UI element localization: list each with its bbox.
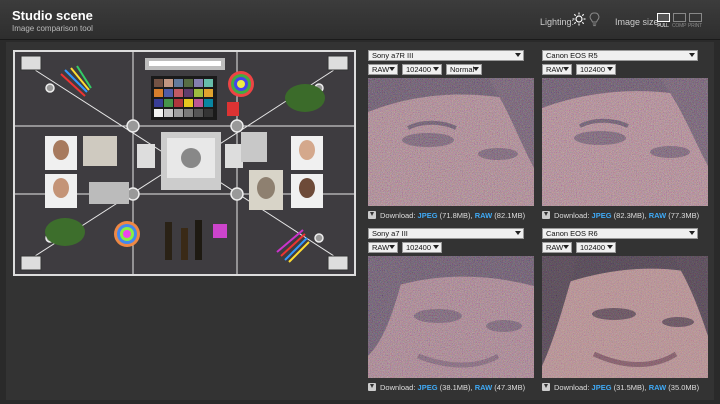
scene-navigator[interactable] bbox=[13, 50, 356, 276]
iso-select[interactable]: 102400 bbox=[402, 242, 442, 253]
download-icon[interactable] bbox=[542, 383, 550, 391]
format-select[interactable]: RAW bbox=[542, 64, 572, 75]
camera-select[interactable]: Sony a7R III bbox=[368, 50, 524, 61]
crop-photo bbox=[542, 78, 708, 206]
image-crop[interactable] bbox=[368, 78, 534, 206]
raw-download-link[interactable]: RAW bbox=[475, 211, 493, 220]
camera-select-value: Sony a7 III bbox=[372, 229, 408, 238]
image-crop[interactable] bbox=[368, 256, 534, 378]
iso-select[interactable]: 102400 bbox=[576, 242, 616, 253]
download-label: Download: bbox=[380, 383, 416, 392]
image-crop[interactable] bbox=[542, 256, 708, 378]
raw-download-link[interactable]: RAW bbox=[475, 383, 493, 392]
size-print-icon bbox=[688, 13, 702, 22]
chevron-down-icon bbox=[433, 245, 439, 249]
size-full-button[interactable]: FULL bbox=[656, 13, 670, 31]
format-select-value: RAW bbox=[546, 243, 564, 252]
page-subtitle: Image comparison tool bbox=[12, 24, 93, 33]
download-label: Download: bbox=[554, 211, 590, 220]
download-links: Download: JPEG (82.3MB), RAW (77.3MB) bbox=[542, 210, 699, 221]
chevron-down-icon bbox=[515, 231, 521, 235]
format-select[interactable]: RAW bbox=[542, 242, 572, 253]
page-title: Studio scene bbox=[12, 8, 93, 23]
camera-select[interactable]: Canon EOS R5 bbox=[542, 50, 698, 61]
chevron-down-icon bbox=[389, 245, 395, 249]
chevron-down-icon bbox=[689, 231, 695, 235]
download-links: Download: JPEG (38.1MB), RAW (47.3MB) bbox=[368, 382, 525, 393]
chevron-down-icon bbox=[607, 67, 613, 71]
camera-select-value: Sony a7R III bbox=[372, 51, 414, 60]
raw-download-link[interactable]: RAW bbox=[649, 383, 667, 392]
image-crop[interactable] bbox=[542, 78, 708, 206]
iso-select[interactable]: 102400 bbox=[402, 64, 442, 75]
download-links: Download: JPEG (71.8MB), RAW (82.1MB) bbox=[368, 210, 525, 221]
jpeg-download-link[interactable]: JPEG bbox=[592, 211, 612, 220]
iso-select-value: 102400 bbox=[580, 65, 606, 74]
camera-select-value: Canon EOS R6 bbox=[546, 229, 598, 238]
camera-select[interactable]: Sony a7 III bbox=[368, 228, 524, 239]
app-header: Studio scene Image comparison tool Light… bbox=[0, 0, 720, 40]
chevron-down-icon bbox=[689, 53, 695, 57]
raw-size: (77.3MB) bbox=[668, 211, 700, 220]
download-links: Download: JPEG (31.5MB), RAW (35.0MB) bbox=[542, 382, 699, 393]
comparison-area: Sony a7R III RAW 102400 Normal Download:… bbox=[6, 42, 714, 400]
download-icon[interactable] bbox=[542, 211, 550, 219]
download-label: Download: bbox=[554, 383, 590, 392]
format-select-value: RAW bbox=[546, 65, 564, 74]
size-comp-icon bbox=[672, 13, 686, 22]
raw-size: (47.3MB) bbox=[494, 383, 526, 392]
jpeg-size: (82.3MB), bbox=[613, 211, 647, 220]
size-full-icon bbox=[656, 13, 670, 22]
size-print-label: PRINT bbox=[688, 23, 703, 29]
chevron-down-icon bbox=[563, 245, 569, 249]
studio-scene-thumbnail bbox=[15, 52, 354, 274]
iso-select[interactable]: 102400 bbox=[576, 64, 616, 75]
crop-photo bbox=[368, 256, 534, 378]
raw-download-link[interactable]: RAW bbox=[649, 211, 667, 220]
size-print-button[interactable]: PRINT bbox=[688, 13, 702, 31]
chevron-down-icon bbox=[563, 67, 569, 71]
format-select[interactable]: RAW bbox=[368, 242, 398, 253]
mode-select[interactable]: Normal bbox=[446, 64, 482, 75]
jpeg-download-link[interactable]: JPEG bbox=[418, 211, 438, 220]
raw-size: (35.0MB) bbox=[668, 383, 700, 392]
jpeg-download-link[interactable]: JPEG bbox=[592, 383, 612, 392]
iso-select-value: 102400 bbox=[406, 65, 432, 74]
format-select-value: RAW bbox=[372, 243, 390, 252]
chevron-down-icon bbox=[433, 67, 439, 71]
format-select-value: RAW bbox=[372, 65, 390, 74]
jpeg-download-link[interactable]: JPEG bbox=[418, 383, 438, 392]
raw-size: (82.1MB) bbox=[494, 211, 526, 220]
download-label: Download: bbox=[380, 211, 416, 220]
mode-select-value: Normal bbox=[450, 65, 475, 74]
chevron-down-icon bbox=[389, 67, 395, 71]
size-full-label: FULL bbox=[657, 23, 669, 29]
chevron-down-icon bbox=[473, 67, 479, 71]
lowlight-bulb-icon[interactable] bbox=[589, 12, 600, 27]
iso-select-value: 102400 bbox=[580, 243, 606, 252]
chevron-down-icon bbox=[607, 245, 613, 249]
iso-select-value: 102400 bbox=[406, 243, 432, 252]
camera-select-value: Canon EOS R5 bbox=[546, 51, 598, 60]
crop-photo bbox=[542, 256, 708, 378]
download-icon[interactable] bbox=[368, 211, 376, 219]
lighting-label: Lighting: bbox=[540, 17, 575, 27]
daylight-sun-icon[interactable] bbox=[572, 12, 586, 26]
format-select[interactable]: RAW bbox=[368, 64, 398, 75]
size-comp-label: COMP bbox=[672, 23, 687, 29]
jpeg-size: (71.8MB), bbox=[439, 211, 473, 220]
jpeg-size: (31.5MB), bbox=[613, 383, 647, 392]
crop-photo bbox=[368, 78, 534, 206]
chevron-down-icon bbox=[515, 53, 521, 57]
jpeg-size: (38.1MB), bbox=[439, 383, 473, 392]
size-comp-button[interactable]: COMP bbox=[672, 13, 686, 31]
image-size-label: Image size: bbox=[615, 17, 662, 27]
download-icon[interactable] bbox=[368, 383, 376, 391]
camera-select[interactable]: Canon EOS R6 bbox=[542, 228, 698, 239]
